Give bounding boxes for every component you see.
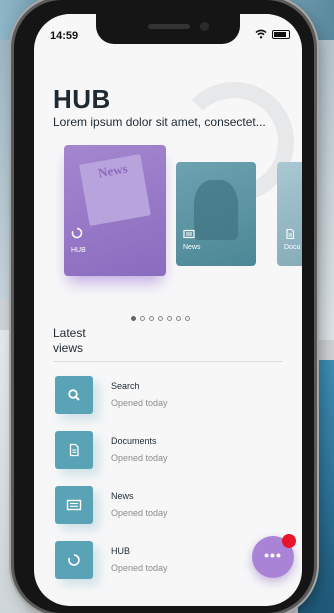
pagination-dot[interactable] (167, 316, 172, 321)
pagination-dot[interactable] (185, 316, 190, 321)
list-item-news[interactable]: News Opened today (55, 486, 255, 524)
newspaper-icon (183, 229, 195, 239)
carousel-pagination (131, 316, 190, 321)
carousel-card-hub[interactable]: News HUB (64, 145, 166, 276)
pagination-dot[interactable] (158, 316, 163, 321)
pagination-dot[interactable] (176, 316, 181, 321)
list-item-tile (55, 376, 93, 414)
list-item-title: Search (111, 381, 140, 391)
status-icons (255, 29, 290, 39)
newspaper-icon (66, 499, 82, 511)
document-icon (69, 443, 79, 457)
list-item-meta: Opened today (111, 453, 168, 463)
battery-icon (272, 29, 290, 39)
list-item-hub[interactable]: HUB Opened today (55, 541, 255, 579)
search-icon (68, 389, 80, 401)
list-item-title: Documents (111, 436, 157, 446)
circle-refresh-icon (71, 227, 83, 239)
pagination-dot[interactable] (149, 316, 154, 321)
megaphone-person-illustration (194, 180, 238, 240)
carousel-card-label: HUB (71, 247, 86, 254)
carousel-card-label: Docu (284, 244, 301, 251)
pagination-dot-active[interactable] (131, 316, 136, 321)
latest-views-heading: Latest views (53, 326, 86, 355)
page-title: HUB (53, 84, 111, 114)
carousel-card-documents[interactable]: Docu (277, 162, 302, 266)
list-item-meta: Opened today (111, 508, 168, 518)
list-item-documents[interactable]: Documents Opened today (55, 431, 255, 469)
list-item-meta: Opened today (111, 563, 168, 573)
wifi-icon (255, 29, 267, 39)
list-item-title: News (111, 491, 134, 501)
notification-badge (282, 534, 296, 548)
front-camera (200, 22, 209, 31)
list-item-tile (55, 541, 93, 579)
page-subtitle: Lorem ipsum dolor sit amet, consectet... (53, 115, 266, 129)
phone-screen: 14:59 HUB Lorem ipsum dolor sit amet, co… (34, 14, 302, 606)
list-item-search[interactable]: Search Opened today (55, 376, 255, 414)
carousel-card-news[interactable]: News (176, 162, 256, 266)
list-item-meta: Opened today (111, 398, 168, 408)
list-item-tile (55, 431, 93, 469)
status-time: 14:59 (50, 30, 79, 42)
carousel-card-label: News (183, 244, 201, 251)
section-divider (53, 361, 283, 362)
phone-notch (96, 14, 240, 44)
list-item-title: HUB (111, 546, 131, 556)
speaker-grille (148, 24, 190, 29)
document-icon (286, 228, 295, 240)
list-item-tile (55, 486, 93, 524)
more-dots-icon: ••• (264, 547, 282, 563)
circle-refresh-icon (68, 554, 80, 566)
pagination-dot[interactable] (140, 316, 145, 321)
background-right-panel (314, 40, 334, 340)
